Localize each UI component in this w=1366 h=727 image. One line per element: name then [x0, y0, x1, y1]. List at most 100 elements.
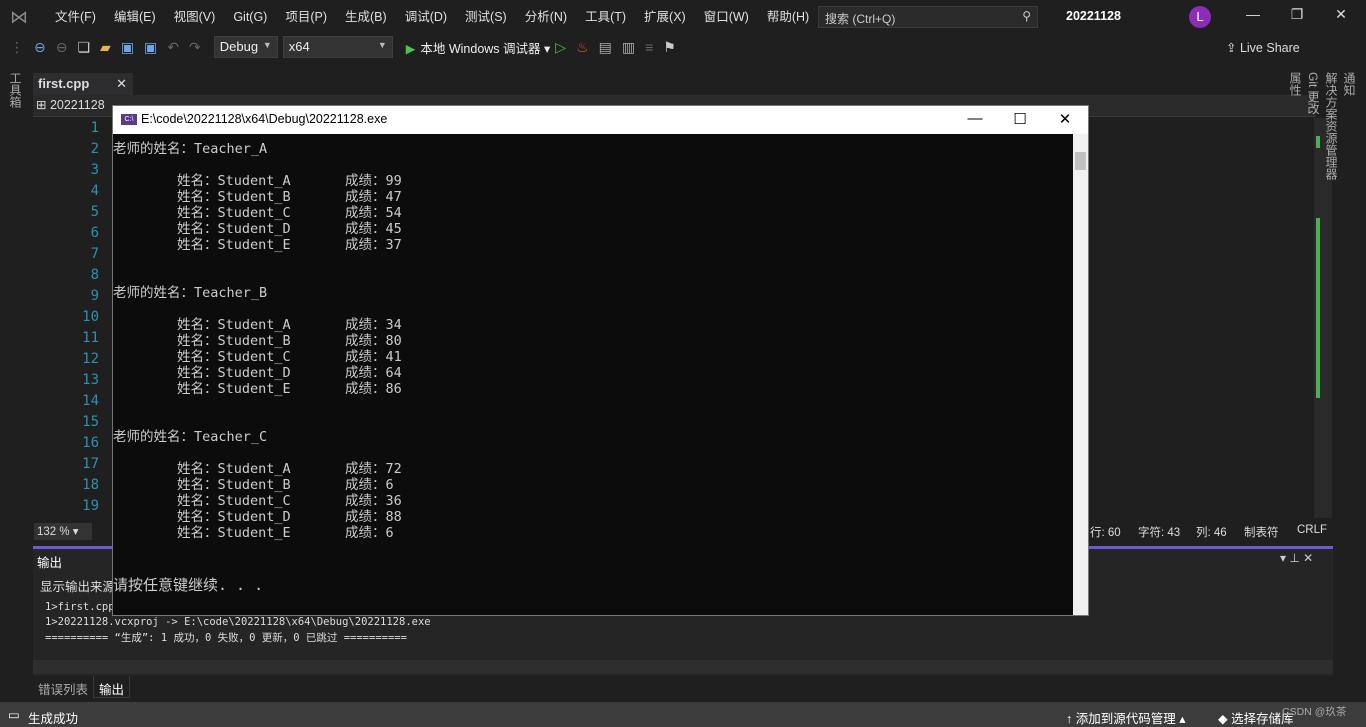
- menu-item[interactable]: 测试(S): [456, 0, 516, 34]
- line-number: 9: [90, 288, 99, 304]
- student-name: 姓名：Student_E: [177, 237, 291, 253]
- student-score: 成绩：99: [345, 173, 402, 189]
- avatar[interactable]: L: [1189, 6, 1211, 28]
- notification-icon[interactable]: ▭: [8, 707, 20, 722]
- line-number: 17: [82, 456, 99, 472]
- menu-bar: ⋈ 文件(F) 编辑(E) 视图(V) Git(G) 项目(P) 生成(B) 调试(D) 测试…: [0, 0, 1366, 34]
- live-share-button[interactable]: ⇪ Live Share: [1226, 40, 1300, 55]
- menu-item[interactable]: 分析(N): [516, 0, 576, 34]
- student-name: 姓名：Student_D: [177, 221, 291, 237]
- menu-item[interactable]: 窗口(W): [695, 0, 758, 34]
- menu-item[interactable]: 视图(V): [165, 0, 225, 34]
- forward-icon[interactable]: ⊖: [56, 39, 68, 56]
- line-number: 18: [82, 477, 99, 493]
- save-all-icon[interactable]: ▣: [144, 39, 157, 56]
- teacher-line: 老师的姓名：Teacher_A: [113, 141, 268, 157]
- menu-item[interactable]: 工具(T): [576, 0, 635, 34]
- project-dropdown[interactable]: ⊞ 20221128: [36, 97, 105, 112]
- search-input[interactable]: 搜索 (Ctrl+Q) ⚲: [818, 6, 1038, 28]
- undo-icon[interactable]: ↶: [167, 39, 179, 56]
- line-number: 6: [90, 225, 99, 241]
- menu-item[interactable]: Git(G): [224, 0, 276, 34]
- tab-label: first.cpp: [38, 76, 90, 91]
- right-rail-item[interactable]: 通知: [1340, 72, 1358, 180]
- student-name: 姓名：Student_D: [177, 509, 291, 525]
- col-indicator: 列: 46: [1196, 527, 1227, 539]
- visual-studio-logo-icon: ⋈: [10, 7, 28, 27]
- menu-item[interactable]: 编辑(E): [105, 0, 165, 34]
- back-icon[interactable]: ⊖: [34, 39, 46, 56]
- line-number: 11: [82, 330, 99, 346]
- indent-indicator[interactable]: 制表符: [1244, 524, 1279, 540]
- line-number: 13: [82, 372, 99, 388]
- console-maximize-button[interactable]: ☐: [1000, 110, 1040, 128]
- output-hscrollbar[interactable]: [33, 660, 1333, 674]
- console-title-bar[interactable]: C:\ E:\code\20221128\x64\Debug\20221128.…: [113, 106, 1088, 134]
- restore-button[interactable]: ❐: [1282, 6, 1312, 23]
- platform-value: x64: [288, 39, 310, 54]
- close-tab-icon[interactable]: ✕: [116, 76, 127, 92]
- show-output-source-label: 显示输出来源: [40, 580, 116, 594]
- watermark: CSDN @玖茶: [1282, 706, 1347, 718]
- line-number-gutter: 1 2 3 4 5 6 7 8 9 10 11 12 13 14 15 16 17 18 19: [33, 118, 113, 518]
- start-debugging-button[interactable]: ▶ 本地 Windows 调试器 ▾: [406, 38, 551, 57]
- tab-error-list[interactable]: 错误列表: [33, 676, 93, 698]
- configuration-select[interactable]: Debug ▼: [213, 36, 278, 58]
- minimize-button[interactable]: —: [1238, 6, 1268, 22]
- line-number: 5: [90, 204, 99, 220]
- console-close-button[interactable]: ✕: [1045, 110, 1085, 128]
- menu-item[interactable]: 扩展(X): [635, 0, 695, 34]
- eol-indicator[interactable]: CRLF: [1297, 524, 1327, 536]
- student-score: 成绩：72: [345, 461, 402, 477]
- char-indicator: 字符: 43: [1138, 527, 1181, 539]
- save-icon[interactable]: ▣: [121, 39, 134, 56]
- line-number: 8: [90, 267, 99, 283]
- live-share-label: Live Share: [1239, 41, 1300, 55]
- menu-item[interactable]: 项目(P): [276, 0, 336, 34]
- new-project-icon[interactable]: ❏: [77, 39, 90, 56]
- tab-first-cpp[interactable]: first.cpp ✕: [33, 73, 133, 95]
- output-line: 1>20221128.vcxproj -> E:\code\20221128\x…: [45, 616, 431, 628]
- right-rail-item[interactable]: Git 更改: [1304, 72, 1322, 180]
- menu-item[interactable]: 生成(B): [336, 0, 396, 34]
- platform-select[interactable]: x64 ▼: [282, 36, 393, 58]
- output-line: ========== “生成”: 1 成功，0 失败，0 更新，0 已跳过 ==…: [45, 632, 407, 644]
- add-to-source-control-button[interactable]: ↑ 添加到源代码管理 ▴: [1066, 708, 1186, 727]
- student-score: 成绩：86: [345, 381, 402, 397]
- line-number: 10: [82, 309, 99, 325]
- line-number: 1: [90, 120, 99, 136]
- menu-item[interactable]: 帮助(H): [758, 0, 818, 34]
- student-score: 成绩：80: [345, 333, 402, 349]
- student-name: 姓名：Student_C: [177, 349, 291, 365]
- tab-output[interactable]: 输出: [93, 676, 131, 698]
- toolbox-rail[interactable]: 工具箱: [8, 72, 24, 108]
- close-button[interactable]: ✕: [1326, 6, 1356, 23]
- comment-icon[interactable]: ≡: [645, 39, 653, 55]
- student-score: 成绩：88: [345, 509, 402, 525]
- output-panel-controls[interactable]: ▾ ⊥ ✕: [1280, 551, 1313, 565]
- console-title: E:\code\20221128\x64\Debug\20221128.exe: [141, 112, 388, 126]
- tool-icon[interactable]: ▤: [599, 39, 612, 56]
- student-name: 姓名：Student_D: [177, 365, 291, 381]
- status-bar: ▭ 生成成功 ↑ 添加到源代码管理 ▴ ◆ 选择存储库 CSDN @玖茶: [0, 702, 1366, 727]
- console-window[interactable]: C:\ E:\code\20221128\x64\Debug\20221128.…: [112, 105, 1089, 616]
- menu-item[interactable]: 文件(F): [46, 0, 105, 34]
- right-rail-item[interactable]: 属性: [1286, 72, 1304, 180]
- search-placeholder: 搜索 (Ctrl+Q): [825, 12, 896, 26]
- console-output: 老师的姓名：Teacher_A 姓名：Student_A 成绩：99 姓名：Stude…: [113, 134, 1073, 615]
- layout-icon[interactable]: ▥: [622, 39, 635, 56]
- right-rail-item[interactable]: 解决方案资源管理器: [1322, 72, 1340, 180]
- console-scrollbar[interactable]: [1073, 134, 1088, 615]
- menu-item[interactable]: 调试(D): [396, 0, 456, 34]
- student-name: 姓名：Student_E: [177, 381, 291, 397]
- console-app-icon: C:\: [121, 114, 137, 125]
- output-line: 1>first.cpp: [45, 601, 115, 613]
- hot-reload-icon[interactable]: ♨: [576, 39, 589, 56]
- output-title: 输出: [37, 556, 63, 570]
- redo-icon[interactable]: ↷: [189, 39, 201, 56]
- start-without-debugging-icon[interactable]: ▷: [555, 39, 566, 56]
- bookmark-icon[interactable]: ⚑: [663, 39, 676, 56]
- console-minimize-button[interactable]: —: [955, 110, 995, 127]
- zoom-select[interactable]: 132 % ▾: [34, 523, 92, 540]
- open-folder-icon[interactable]: ▰: [100, 39, 111, 56]
